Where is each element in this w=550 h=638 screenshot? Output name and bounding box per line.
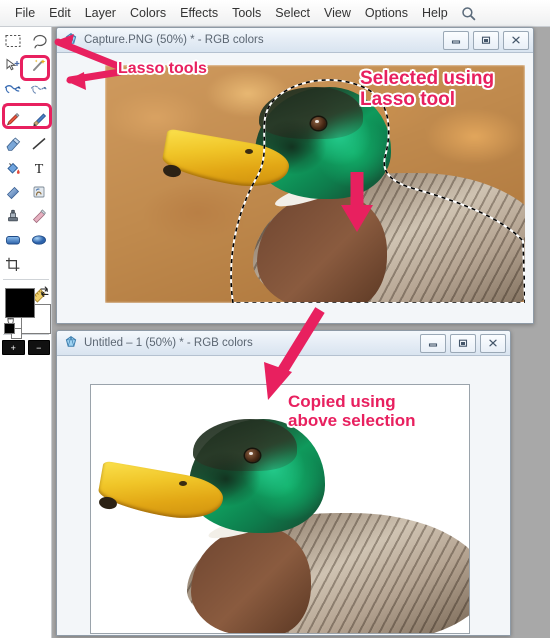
menu-item-help[interactable]: Help (415, 3, 455, 23)
duck-eye (245, 449, 260, 462)
title-bar[interactable]: Capture.PNG (50%) * - RGB colors (57, 28, 533, 53)
window-buttons (443, 30, 529, 50)
tool-panel: T + − (0, 27, 52, 638)
document-window-untitled[interactable]: Untitled – 1 (50%) * - RGB colors (56, 330, 511, 636)
default-primary-swatch[interactable] (4, 323, 15, 334)
window-buttons (420, 333, 506, 353)
smudge-tool[interactable] (26, 204, 52, 228)
magic-wand-tool[interactable] (26, 53, 52, 77)
close-button[interactable] (503, 30, 529, 50)
recolor-stamp-tool[interactable] (0, 204, 26, 228)
lasso-select-tool[interactable] (26, 29, 52, 53)
line-curve-tool[interactable] (26, 132, 52, 156)
menu-item-effects[interactable]: Effects (173, 3, 225, 23)
eraser-tool[interactable] (0, 132, 26, 156)
color-palette (4, 285, 51, 339)
minimize-button[interactable] (443, 30, 469, 50)
close-button[interactable] (480, 333, 506, 353)
maximize-button[interactable] (450, 333, 476, 353)
window-title: Untitled – 1 (50%) * - RGB colors (84, 337, 253, 349)
menu-item-tools[interactable]: Tools (225, 3, 268, 23)
duck-breast (191, 527, 311, 633)
minimize-button[interactable] (420, 333, 446, 353)
duck-eye (311, 117, 326, 130)
rectangle-select-tool[interactable] (0, 29, 26, 53)
menu-bar: File Edit Layer Colors Effects Tools Sel… (0, 0, 550, 27)
image-canvas-untitled[interactable] (90, 384, 470, 634)
clone-stamp-hand-tool[interactable] (26, 180, 52, 204)
tool-separator (3, 279, 49, 280)
menu-item-edit[interactable]: Edit (42, 3, 78, 23)
image-canvas-capture[interactable] (105, 65, 525, 303)
search-icon[interactable] (461, 6, 476, 21)
text-tool[interactable]: T (26, 156, 52, 180)
svg-text:T: T (35, 162, 44, 176)
palette-buttons: + − (2, 340, 50, 355)
maximize-button[interactable] (473, 30, 499, 50)
mallard-duck-copy (91, 385, 469, 633)
window-title: Capture.PNG (50%) * - RGB colors (84, 34, 264, 46)
menu-item-options[interactable]: Options (358, 3, 415, 23)
duck-bill-nostril (179, 481, 187, 486)
paint-bucket-tool[interactable] (0, 156, 26, 180)
primary-color-swatch[interactable] (5, 288, 35, 318)
swap-colors-icon[interactable] (38, 285, 51, 299)
remove-color-button[interactable]: − (27, 340, 50, 355)
paintnet-document-icon (63, 32, 79, 48)
free-form-lasso-tool[interactable] (26, 77, 52, 101)
rectangle-shape-tool[interactable] (0, 228, 26, 252)
document-window-capture[interactable]: Capture.PNG (50%) * - RGB colors (56, 27, 534, 324)
paintnet-document-icon (63, 335, 79, 351)
gradient-tool[interactable] (0, 180, 26, 204)
menu-item-view[interactable]: View (317, 3, 358, 23)
paintbrush-tool[interactable] (26, 108, 52, 132)
add-color-button[interactable]: + (2, 340, 25, 355)
move-selection-tool[interactable] (0, 77, 26, 101)
duck-bill-nostril (245, 149, 253, 154)
canvas-area[interactable] (57, 356, 510, 635)
menu-item-colors[interactable]: Colors (123, 3, 173, 23)
ellipse-shape-tool[interactable] (26, 228, 52, 252)
mallard-duck-photo (105, 65, 525, 303)
menu-item-select[interactable]: Select (268, 3, 317, 23)
tool-separator (3, 104, 49, 105)
pencil-tool[interactable] (0, 108, 26, 132)
move-selected-pixels-tool[interactable] (0, 53, 26, 77)
canvas-area[interactable] (57, 53, 533, 323)
menu-item-layer[interactable]: Layer (78, 3, 123, 23)
menu-item-file[interactable]: File (8, 3, 42, 23)
title-bar[interactable]: Untitled – 1 (50%) * - RGB colors (57, 331, 510, 356)
crop-to-selection-tool[interactable] (0, 252, 26, 276)
